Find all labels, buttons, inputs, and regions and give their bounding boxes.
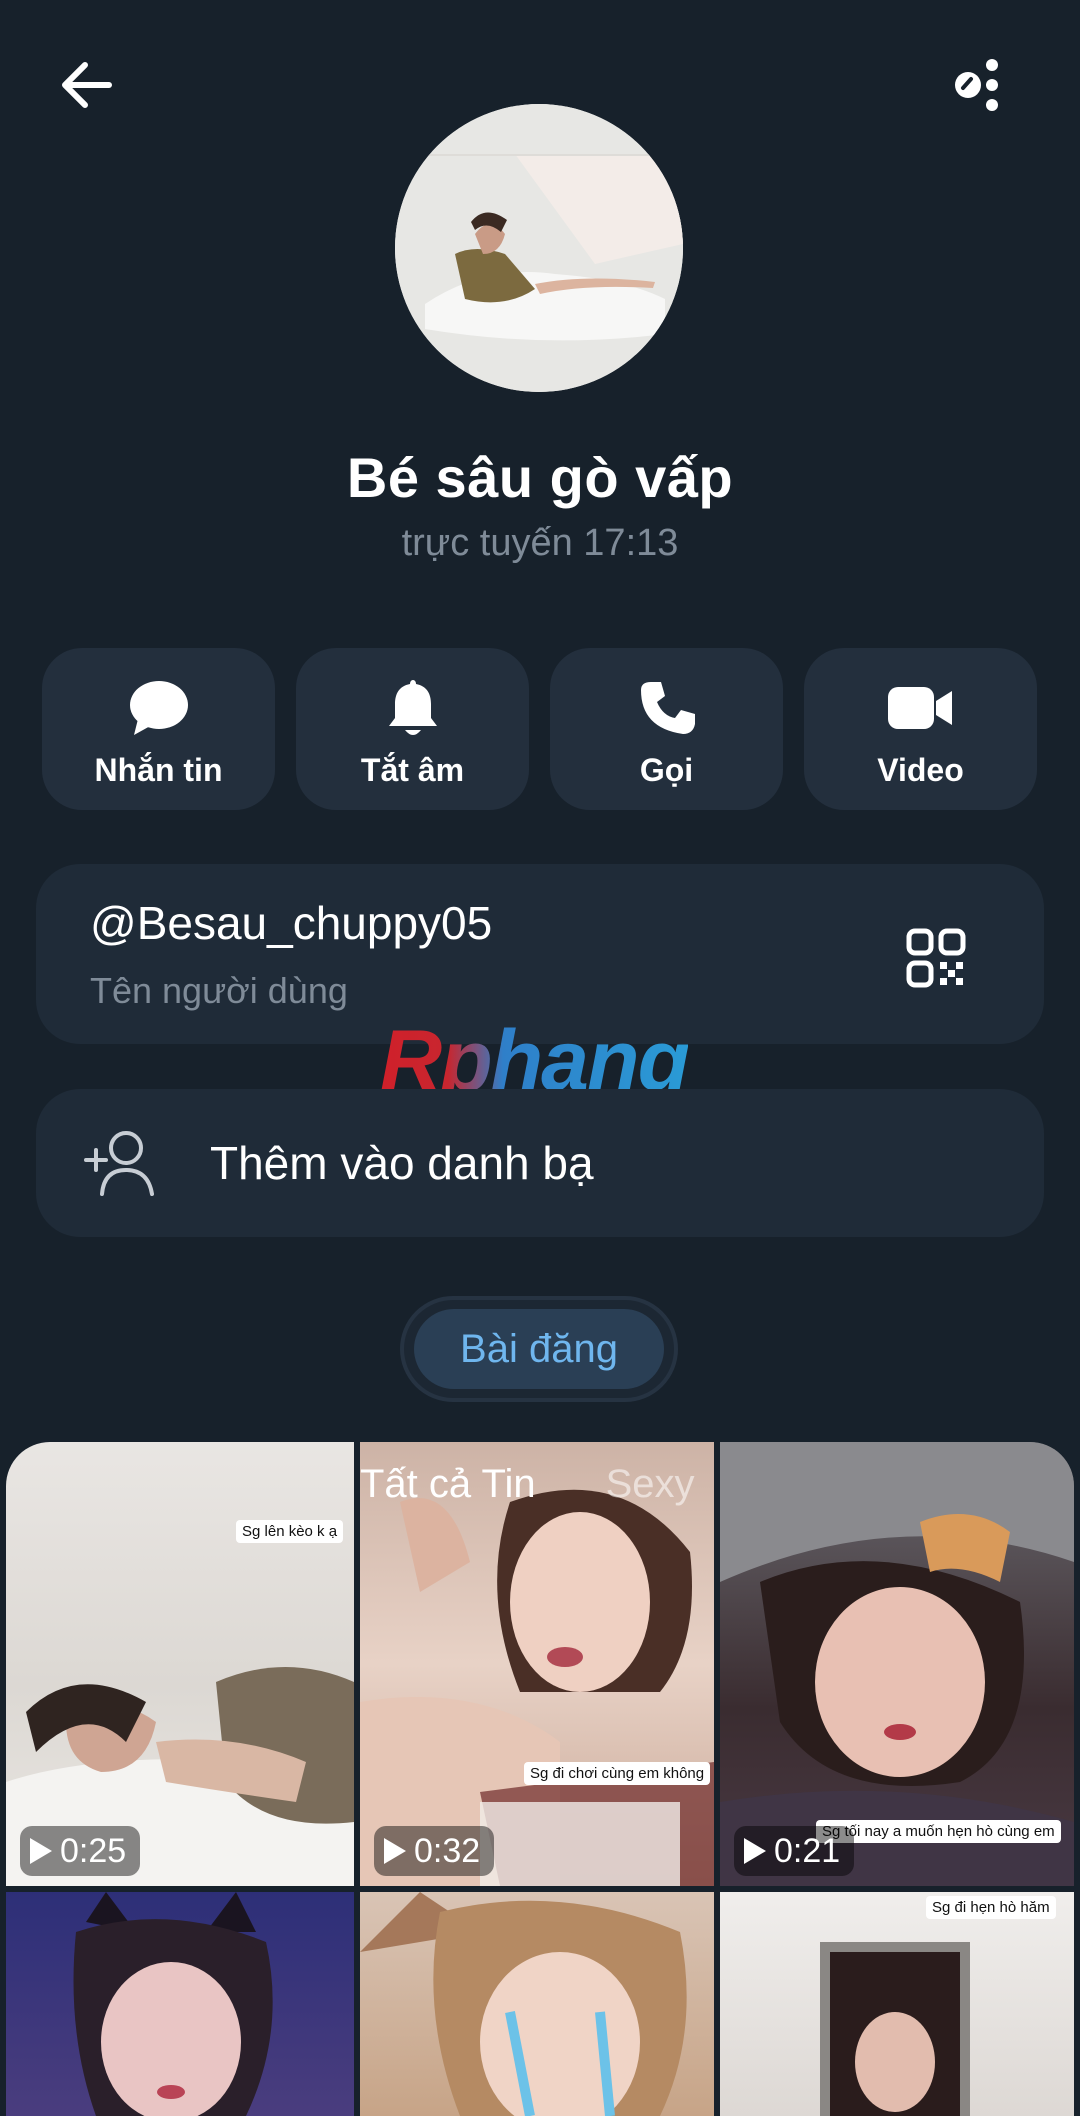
media-caption: Sg đi chơi cùng em không (524, 1762, 711, 1785)
video-icon (887, 687, 952, 729)
play-icon (384, 1838, 406, 1864)
tab-posts[interactable]: Bài đăng (414, 1309, 664, 1389)
back-arrow-icon (62, 62, 112, 108)
add-user-icon (82, 1128, 158, 1198)
video-call-button[interactable]: Video (804, 648, 1037, 810)
video-duration-badge: 0:25 (20, 1826, 141, 1876)
media-caption: Sg lên kèo k ạ (236, 1520, 344, 1543)
media-tile[interactable]: Sg tối nay a muốn hẹn hò cùng em 0:21 (720, 1442, 1074, 1886)
video-duration-badge: 0:32 (374, 1826, 495, 1876)
online-status: trực tuyến 17:13 (401, 522, 679, 564)
video-duration-badge: 0:21 (734, 1826, 855, 1876)
story-tab-all[interactable]: Tất cả Tin (360, 1462, 536, 1506)
profile-tabs: Bài đăng (400, 1296, 678, 1402)
back-button[interactable] (50, 48, 124, 122)
profile-name: Bé sâu gò vấp (346, 446, 734, 509)
message-button[interactable]: Nhắn tin (42, 648, 275, 810)
media-tile[interactable] (360, 1892, 714, 2116)
username[interactable]: @Besau_chuppy05 (90, 896, 492, 950)
media-tile[interactable]: Sg đi hẹn hò hăm (720, 1892, 1074, 2116)
mute-button-label: Tắt âm (360, 752, 465, 788)
call-button[interactable]: Gọi (550, 648, 783, 810)
qr-code-icon (906, 928, 966, 988)
video-call-button-label: Video (877, 752, 964, 788)
bell-icon (388, 680, 437, 735)
story-tab-sexy[interactable]: Sexy (606, 1462, 695, 1506)
media-tile[interactable]: Sg đi chơi cùng em không 0:32 (360, 1442, 714, 1886)
mute-button[interactable]: Tắt âm (296, 648, 529, 810)
username-label: Tên người dùng (90, 970, 348, 1011)
qr-code-button[interactable] (896, 918, 976, 998)
story-tabs: Tất cả Tin Sexy (360, 1462, 695, 1507)
play-icon (744, 1838, 766, 1864)
add-contact-label: Thêm vào danh bạ (210, 1137, 594, 1189)
more-options-icon (955, 59, 998, 111)
play-icon (30, 1838, 52, 1864)
media-caption: Sg đi hẹn hò hăm (926, 1896, 1056, 1919)
message-button-label: Nhắn tin (94, 752, 223, 788)
media-tile[interactable] (6, 1892, 354, 2116)
phone-icon (640, 682, 695, 734)
message-icon (129, 681, 188, 735)
media-tile[interactable]: Sg lên kèo k ạ 0:25 (6, 1442, 354, 1886)
media-grid: Sg lên kèo k ạ 0:25 Sg đi chơi cùng em k… (6, 1442, 1074, 2116)
more-options-button[interactable] (936, 50, 1016, 120)
call-button-label: Gọi (639, 752, 694, 788)
profile-avatar[interactable] (395, 104, 683, 392)
